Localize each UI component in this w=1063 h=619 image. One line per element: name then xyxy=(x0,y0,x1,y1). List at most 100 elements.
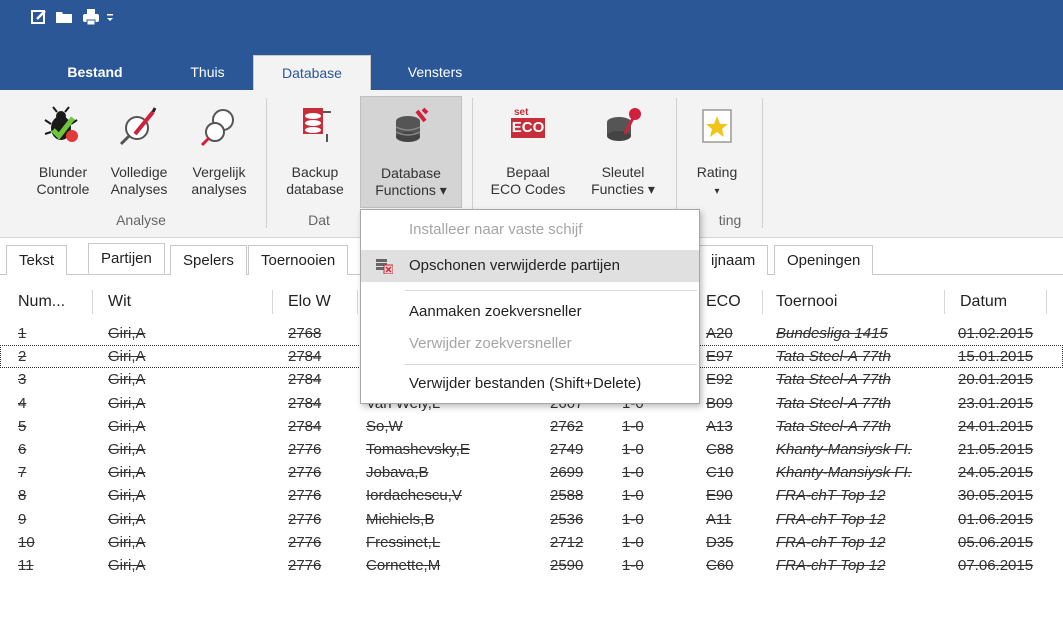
blunder-controle-button[interactable]: Blunder Controle xyxy=(24,96,102,206)
cell-eco: A11 xyxy=(706,510,732,528)
menu-separator xyxy=(405,290,697,291)
tab-bestand[interactable]: Bestand xyxy=(40,55,150,90)
magnifier-pen-icon xyxy=(119,107,157,146)
cell-wit: Giri,A xyxy=(108,533,146,551)
rating-button[interactable]: Rating ▾ xyxy=(682,96,752,206)
volledige-analyses-button[interactable]: Volledige Analyses xyxy=(103,96,175,206)
cell-elo-z: 2699 xyxy=(550,464,584,482)
cell-wit: Giri,A xyxy=(108,441,146,458)
cell-eco: A20 xyxy=(706,325,733,342)
key-database-icon xyxy=(607,108,641,141)
menu-item-remove-search-booster[interactable]: Verwijder zoekversneller xyxy=(361,328,699,360)
cell-result: 1-0 xyxy=(622,510,644,528)
backup-database-button[interactable]: Backup database xyxy=(276,96,354,206)
cell-toernooi: Khanty-Mansiysk FI. xyxy=(776,441,912,458)
database-functions-line2: Functions ▾ xyxy=(375,182,447,198)
cell-datum: 07.06.2015 xyxy=(958,557,1034,574)
cell-eco: E90 xyxy=(706,487,733,505)
vergelijk-analyses-button[interactable]: Vergelijk analyses xyxy=(180,96,258,206)
cell-eco: C10 xyxy=(706,464,734,482)
tab-partijen[interactable]: Partijen xyxy=(88,243,165,274)
bepaal-eco-codes-button[interactable]: set ECO Bepaal ECO Codes xyxy=(478,96,578,206)
table-row[interactable]: 5 Giri,A 2784 So,W 2762 1-0 A13 Tata Steel-A 77… xyxy=(0,415,1063,438)
database-functions-line1: Database xyxy=(381,165,441,181)
bepaal-line1: Bepaal xyxy=(506,164,550,180)
cell-datum: 05.06.2015 xyxy=(958,533,1034,551)
column-separator[interactable] xyxy=(272,290,273,314)
cell-elo-w: 2784 xyxy=(288,371,322,389)
cell-elo-z: 2588 xyxy=(550,487,584,505)
volledige-line2: Analyses xyxy=(110,181,168,197)
cell-elo-z: 2590 xyxy=(550,557,584,574)
sleutel-functies-button[interactable]: Sleutel Functies ▾ xyxy=(578,96,668,206)
menu-item-delete-files[interactable]: Verwijder bestanden (Shift+Delete) xyxy=(361,368,699,400)
cell-toernooi: FRA-chT Top 12 xyxy=(776,533,886,551)
vergelijk-line2: analyses xyxy=(191,181,247,197)
column-header-wit[interactable]: Wit xyxy=(108,282,131,322)
table-row[interactable]: 10 Giri,A 2776 Fressinet,L 2712 1-0 D35 FRA-chT… xyxy=(0,531,1063,554)
menu-item-purge-deleted-games[interactable]: Opschonen verwijderde partijen xyxy=(361,250,699,282)
backup-line2: database xyxy=(286,181,344,197)
tab-toernooien[interactable]: Toernooien xyxy=(248,245,349,275)
menu-item-install-hard-disk[interactable]: Installeer naar vaste schijf xyxy=(361,214,699,246)
eco-icon: set ECO xyxy=(508,106,548,146)
cell-num: 2 xyxy=(18,348,27,366)
tab-naam[interactable]: ijnaam xyxy=(698,245,769,275)
cell-eco: C88 xyxy=(706,441,734,458)
blunder-line2: Controle xyxy=(36,181,90,197)
cell-datum: 24.05.2015 xyxy=(958,464,1034,482)
eco-icon-small-text: set xyxy=(514,107,529,118)
customize-icon[interactable] xyxy=(105,8,115,26)
tab-openingen[interactable]: Openingen xyxy=(774,245,874,275)
backup-line1: Backup xyxy=(291,164,339,180)
print-icon[interactable] xyxy=(82,8,100,26)
cell-wit: Giri,A xyxy=(108,371,146,389)
column-header-toernooi[interactable]: Toernooi xyxy=(776,282,837,322)
tab-thuis[interactable]: Thuis xyxy=(175,55,240,90)
column-separator[interactable] xyxy=(357,290,358,314)
cell-toernooi: Khanty-Mansiysk FI. xyxy=(776,464,912,482)
cell-elo-w: 2776 xyxy=(288,510,322,528)
cell-toernooi: Tata Steel-A 77th xyxy=(776,348,891,366)
cell-elo-w: 2776 xyxy=(288,464,322,482)
cell-wit: Giri,A xyxy=(108,394,146,412)
column-header-num[interactable]: Num... xyxy=(18,282,65,322)
column-separator[interactable] xyxy=(1046,290,1047,314)
column-header-eco[interactable]: ECO xyxy=(706,282,741,322)
open-folder-icon[interactable] xyxy=(55,8,73,26)
cell-datum: 23.01.2015 xyxy=(958,394,1034,412)
cell-elo-z: 2749 xyxy=(550,441,584,458)
rating-line1: Rating xyxy=(696,164,738,180)
tab-spelers[interactable]: Spelers xyxy=(170,245,247,275)
table-row[interactable]: 6 Giri,A 2776 Tomashevsky,E 2749 1-0 C88 Khanty… xyxy=(0,438,1063,461)
tab-tekst[interactable]: Tekst xyxy=(6,245,68,275)
new-icon[interactable] xyxy=(30,8,48,26)
table-row[interactable]: 11 Giri,A 2776 Cornette,M 2590 1-0 C60 FRA-chT … xyxy=(0,554,1063,577)
blunder-line1: Blunder xyxy=(38,164,88,180)
cell-num: 7 xyxy=(18,464,27,482)
cell-zwart: Tomashevsky,E xyxy=(366,441,470,458)
sleutel-line2: Functies ▾ xyxy=(591,181,655,197)
column-header-elo-w[interactable]: Elo W xyxy=(288,282,331,322)
cell-eco: E97 xyxy=(706,348,733,366)
cell-eco: C60 xyxy=(706,557,734,574)
table-row[interactable]: 9 Giri,A 2776 Michiels,B 2536 1-0 A11 FRA-chT T… xyxy=(0,508,1063,531)
menu-item-create-search-booster[interactable]: Aanmaken zoekversneller xyxy=(361,296,699,328)
column-separator[interactable] xyxy=(944,290,945,314)
group-label-rating: ting xyxy=(718,212,742,228)
bug-check-icon xyxy=(44,106,78,142)
table-row[interactable]: 8 Giri,A 2776 Iordachescu,V 2588 1-0 E90 FRA-ch… xyxy=(0,484,1063,507)
cell-result: 1-0 xyxy=(622,557,644,574)
column-separator[interactable] xyxy=(92,290,93,314)
cell-datum: 24.01.2015 xyxy=(958,417,1034,435)
tab-vensters[interactable]: Vensters xyxy=(380,55,490,90)
tab-database[interactable]: Database xyxy=(253,55,371,90)
table-row[interactable]: 7 Giri,A 2776 Jobava,B 2699 1-0 C10 Khanty-Mans… xyxy=(0,461,1063,484)
column-separator[interactable] xyxy=(762,290,763,314)
bepaal-line2: ECO Codes xyxy=(490,181,566,197)
cell-zwart: So,W xyxy=(366,417,403,435)
database-functions-button[interactable]: Database Functions ▾ xyxy=(360,96,462,208)
column-header-datum[interactable]: Datum xyxy=(960,282,1007,322)
group-separator xyxy=(762,98,763,228)
cell-zwart: Jobava,B xyxy=(366,464,429,482)
